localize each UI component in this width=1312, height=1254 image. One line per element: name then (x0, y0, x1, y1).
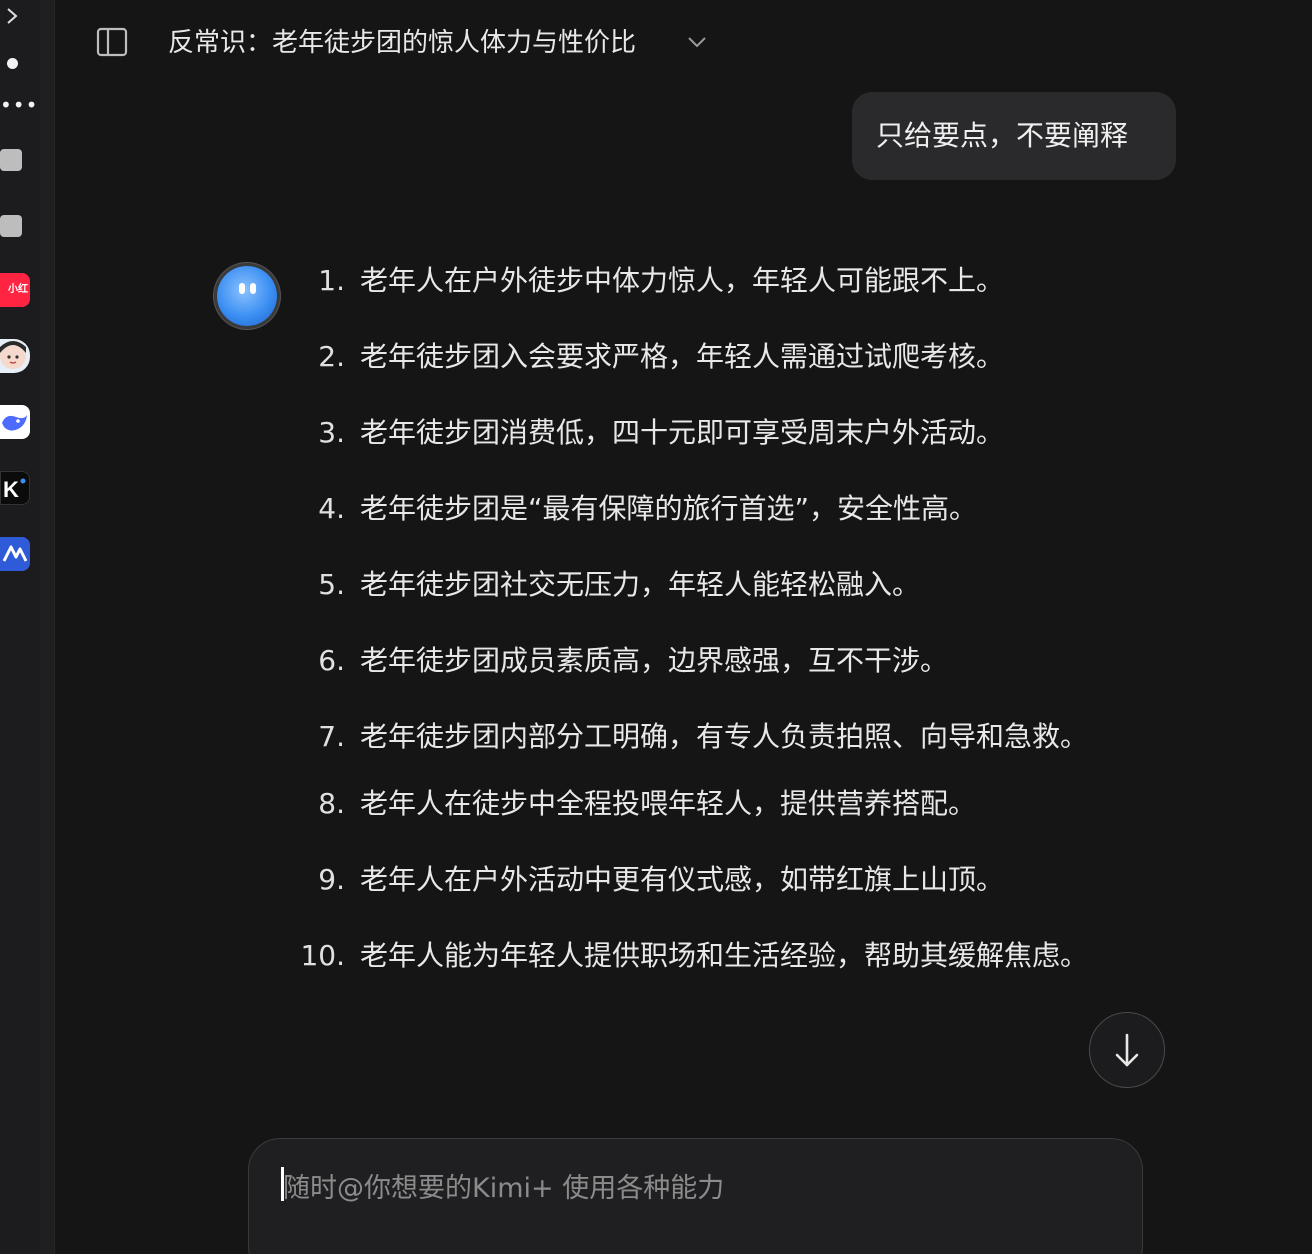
chat-title[interactable]: 反常识：老年徒步团的惊人体力与性价比 (168, 22, 636, 59)
list-item-text: 老年徒步团是“最有保障的旅行首选”，安全性高。 (360, 492, 978, 525)
list-item-text: 老年人在户外活动中更有仪式感，如带红旗上山顶。 (360, 863, 1005, 896)
expand-chevron-icon[interactable] (4, 4, 20, 28)
text-caret (281, 1167, 284, 1201)
window-placeholder-icon[interactable] (0, 215, 22, 237)
list-item-text: 老年徒步团社交无压力，年轻人能轻松融入。 (360, 568, 921, 601)
xiaohongshu-app-icon[interactable]: 小红书 (0, 273, 30, 307)
list-item-text: 老年人能为年轻人提供职场和生活经验，帮助其缓解焦虑。 (360, 939, 1089, 972)
list-item-text: 老年人在户外徒步中体力惊人，年轻人可能跟不上。 (360, 264, 1005, 297)
chat-input-box[interactable] (248, 1138, 1143, 1254)
list-number: 8. (318, 787, 345, 820)
list-number: 6. (318, 644, 345, 677)
svg-text:K: K (3, 477, 19, 502)
chat-header: 反常识：老年徒步团的惊人体力与性价比 (54, 0, 1312, 84)
list-item-text: 老年徒步团入会要求严格，年轻人需通过试爬考核。 (360, 340, 1005, 373)
list-number: 4. (318, 492, 345, 525)
answer-list-item: 3. 老年徒步团消费低，四十元即可享受周末户外活动。 (290, 414, 1120, 451)
answer-list-item: 7. 老年徒步团内部分工明确，有专人负责拍照、向导和急救。 (290, 718, 1120, 755)
kimi-app-icon[interactable]: K (0, 471, 30, 505)
list-number: 3. (318, 416, 345, 449)
answer-list-item: 8. 老年人在徒步中全程投喂年轻人，提供营养搭配。 (290, 785, 1120, 822)
left-dock: ••• 小红书 K (0, 0, 55, 1254)
answer-list-item: 10. 老年人能为年轻人提供职场和生活经验，帮助其缓解焦虑。 (290, 937, 1120, 974)
answer-list-item: 2. 老年徒步团入会要求严格，年轻人需通过试爬考核。 (290, 338, 1120, 375)
sidebar-toggle-icon[interactable] (96, 26, 128, 58)
list-number: 7. (318, 720, 345, 753)
arrow-down-icon (1115, 1033, 1139, 1067)
dock-divider (40, 0, 54, 1254)
list-item-text: 老年徒步团内部分工明确，有专人负责拍照、向导和急救。 (360, 720, 1089, 753)
list-number: 1. (318, 264, 345, 297)
deepseek-app-icon[interactable] (0, 405, 30, 439)
ai-app-icon[interactable] (0, 537, 30, 571)
scroll-to-bottom-button[interactable] (1089, 1012, 1165, 1088)
app-window: ••• 小红书 K (0, 0, 1312, 1254)
avatar-eye (250, 283, 256, 294)
list-number: 5. (318, 568, 345, 601)
list-item-text: 老年人在徒步中全程投喂年轻人，提供营养搭配。 (360, 787, 977, 820)
list-number: 9. (318, 863, 345, 896)
answer-list-item: 1. 老年人在户外徒步中体力惊人，年轻人可能跟不上。 (290, 262, 1120, 299)
list-number: 10. (300, 939, 345, 972)
user-message-bubble: 只给要点，不要阐释 (852, 92, 1176, 180)
chevron-down-icon[interactable] (686, 32, 708, 52)
assistant-answer-list: 1. 老年人在户外徒步中体力惊人，年轻人可能跟不上。 2. 老年徒步团入会要求严… (290, 262, 1120, 1013)
answer-list-item: 9. 老年人在户外活动中更有仪式感，如带红旗上山顶。 (290, 861, 1120, 898)
list-number: 2. (318, 340, 345, 373)
list-item-text: 老年徒步团成员素质高，边界感强，互不干涉。 (360, 644, 949, 677)
answer-list-item: 5. 老年徒步团社交无压力，年轻人能轻松融入。 (290, 566, 1120, 603)
assistant-avatar (217, 266, 277, 326)
status-dot-icon[interactable] (7, 58, 18, 69)
avatar-eye (239, 283, 245, 294)
avatar-app-icon[interactable] (0, 339, 30, 373)
answer-list-item: 4. 老年徒步团是“最有保障的旅行首选”，安全性高。 (290, 490, 1120, 527)
chat-input[interactable] (281, 1165, 1085, 1211)
list-item-text: 老年徒步团消费低，四十元即可享受周末户外活动。 (360, 416, 1005, 449)
more-dots-icon[interactable]: ••• (0, 95, 37, 116)
window-placeholder-icon[interactable] (0, 149, 22, 171)
answer-list-item: 6. 老年徒步团成员素质高，边界感强，互不干涉。 (290, 642, 1120, 679)
